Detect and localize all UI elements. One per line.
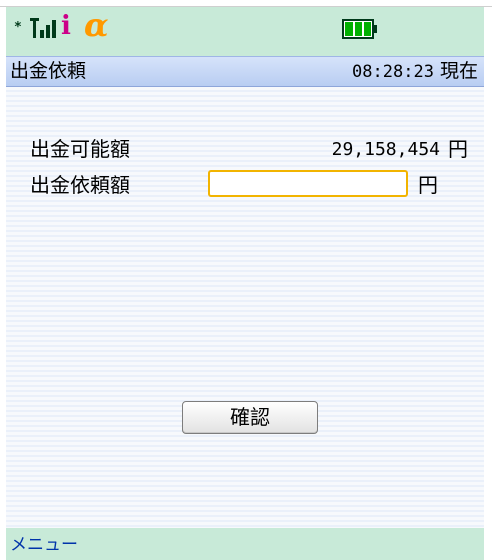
time-suffix: 現在 <box>439 60 478 82</box>
top-border <box>0 0 492 7</box>
available-amount-unit: 円 <box>448 137 468 161</box>
page-title: 出金依頼 <box>10 60 87 82</box>
phone-screen: * i α 出金依頼 08:28:23 現在 出金可能額 29,158,454 … <box>0 0 492 560</box>
confirm-button[interactable]: 確認 <box>182 401 318 434</box>
alpha-icon: α <box>84 6 109 44</box>
battery-icon <box>342 19 377 39</box>
available-amount-label: 出金可能額 <box>30 137 130 161</box>
timestamp: 08:28:23 現在 <box>352 60 478 83</box>
title-bar: 出金依頼 08:28:23 現在 <box>6 56 484 87</box>
request-amount-input[interactable] <box>208 170 408 197</box>
status-bar: * i α <box>6 7 484 56</box>
menu-softkey[interactable]: メニュー <box>10 535 78 555</box>
request-amount-unit: 円 <box>418 173 438 197</box>
imode-icon: i <box>61 11 71 41</box>
antenna-mark: * <box>14 20 22 35</box>
time-value: 08:28:23 <box>352 62 434 82</box>
content-background <box>6 7 484 560</box>
available-amount-value: 29,158,454 <box>331 139 440 160</box>
signal-icon <box>30 18 56 38</box>
request-amount-label: 出金依頼額 <box>30 173 130 197</box>
battery-fill <box>345 22 371 36</box>
softkey-bar: メニュー <box>6 528 484 560</box>
